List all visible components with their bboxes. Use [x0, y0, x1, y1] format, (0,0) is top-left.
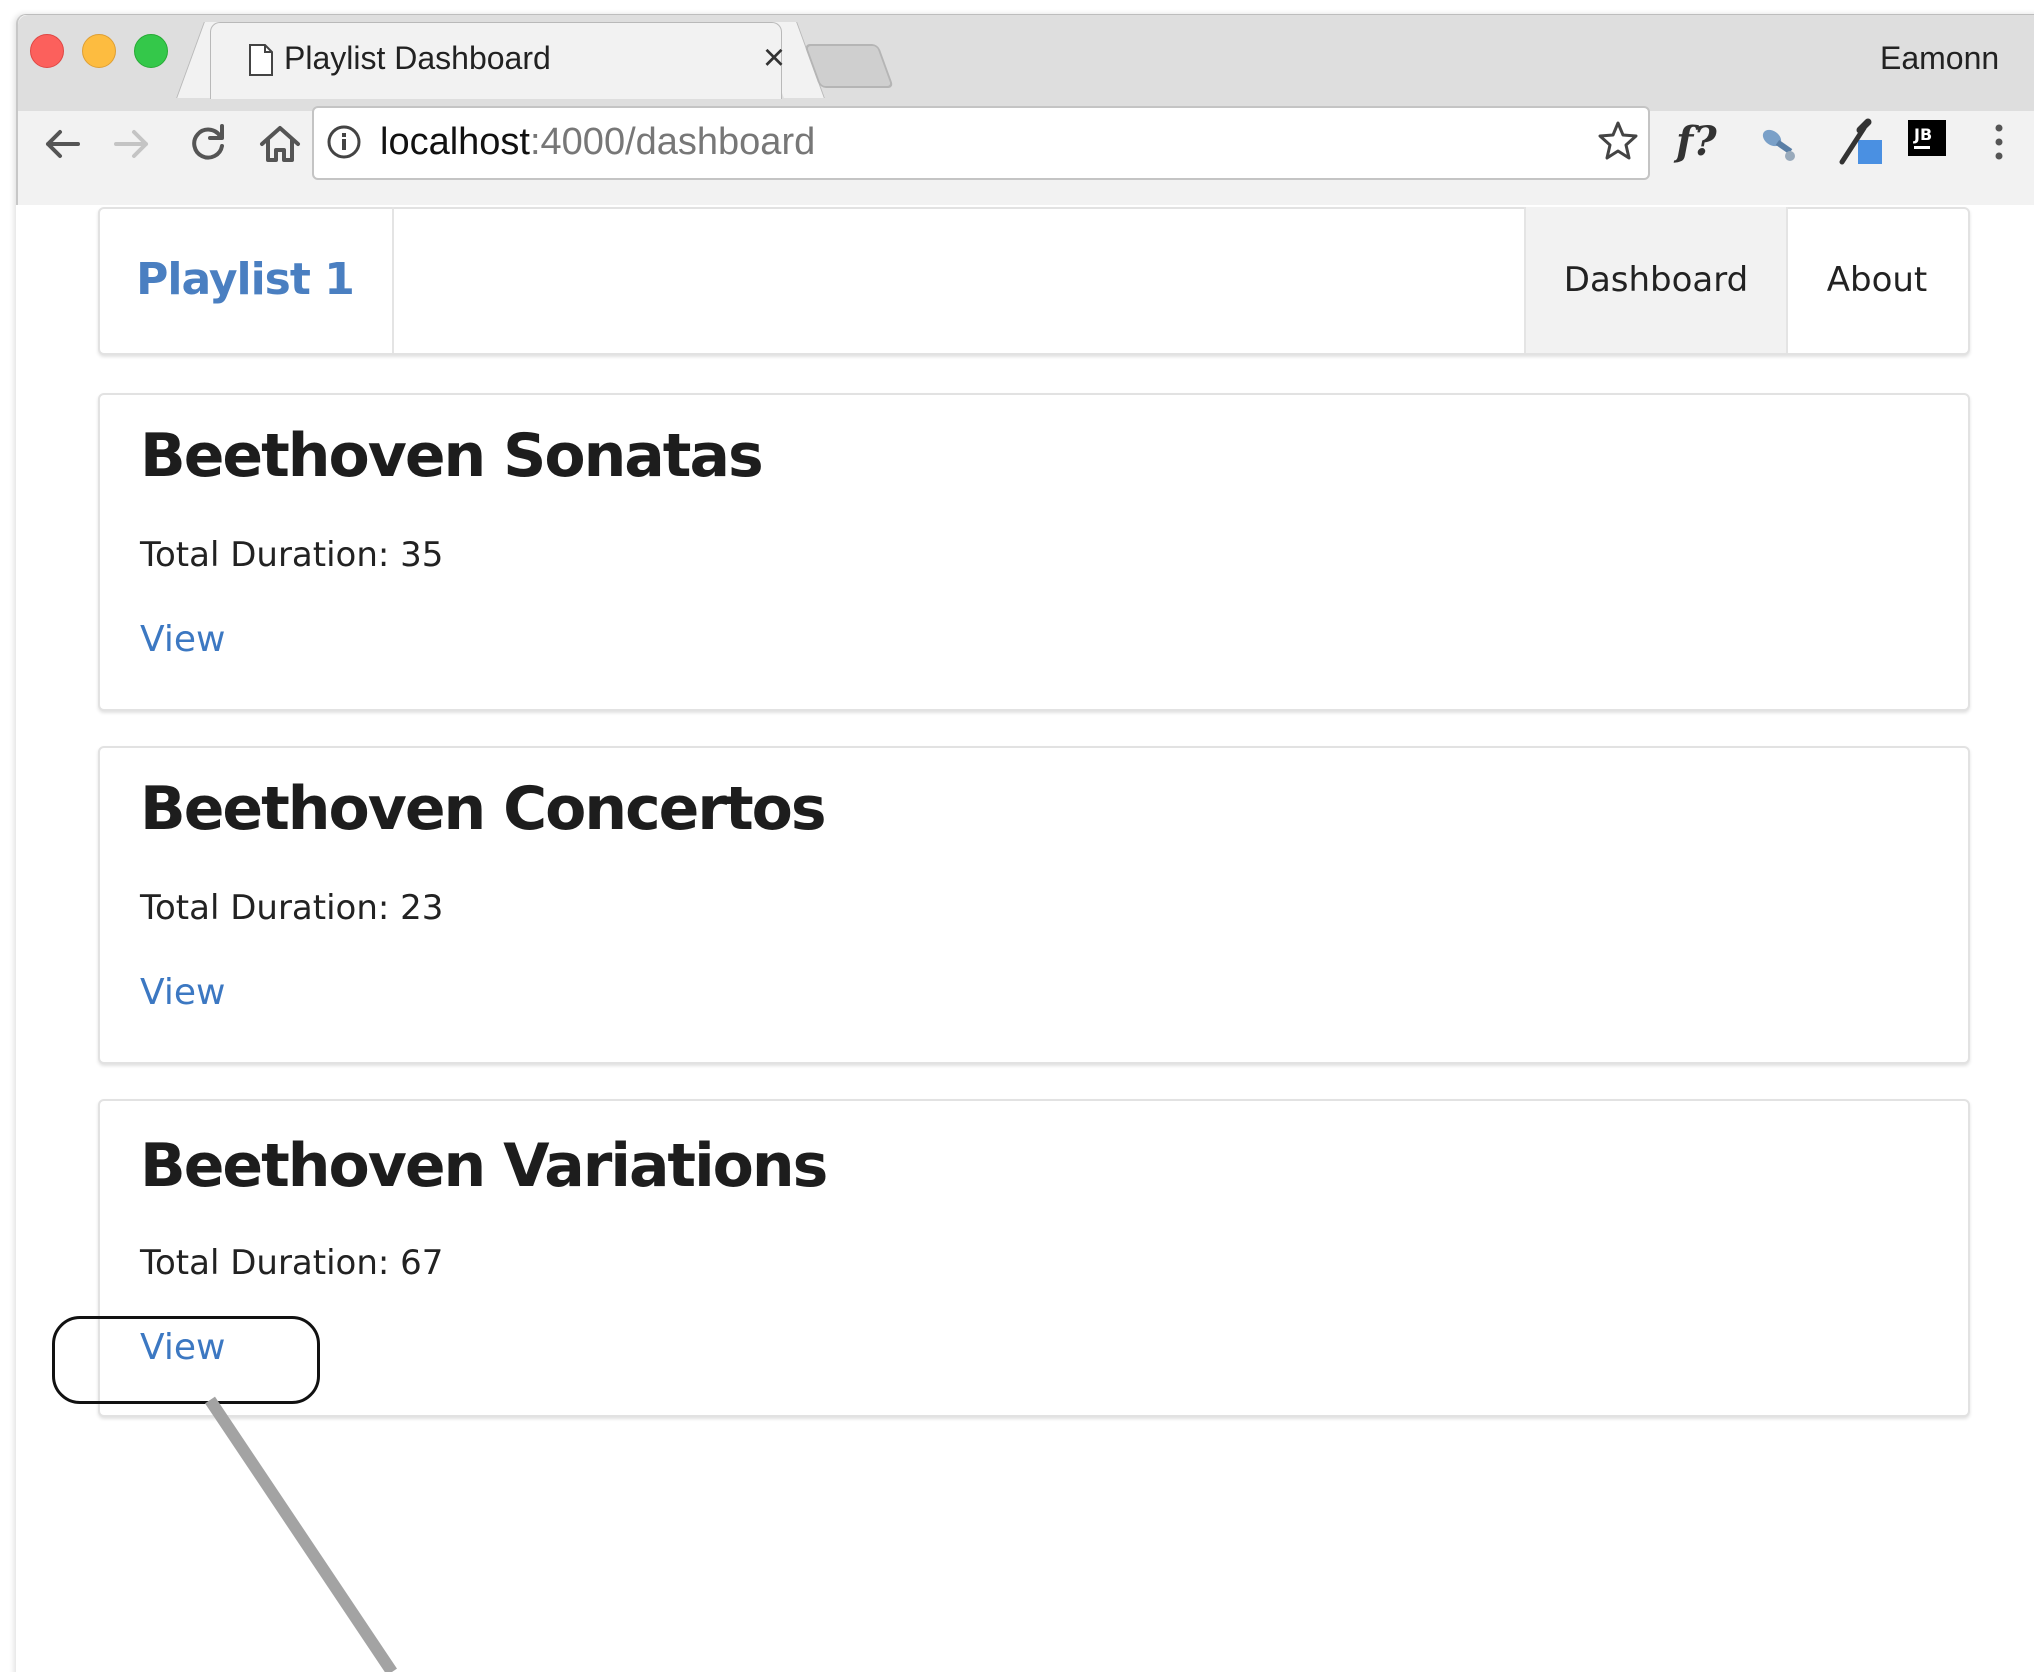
playlist-title: Beethoven Sonatas: [140, 421, 764, 491]
tab-close-button[interactable]: ×: [752, 36, 796, 80]
playlist-card: Beethoven Variations Total Duration: 67 …: [98, 1099, 1970, 1417]
playlist-card: Beethoven Concertos Total Duration: 23 V…: [98, 746, 1970, 1064]
star-icon[interactable]: [1596, 118, 1640, 162]
tab-title: Playlist Dashboard: [284, 40, 551, 76]
font-extension-button[interactable]: f?: [1676, 118, 1717, 166]
reload-icon: [192, 124, 224, 160]
back-button[interactable]: [34, 116, 90, 172]
zoom-window-button[interactable]: [134, 34, 168, 68]
profile-name[interactable]: Eamonn: [1880, 40, 1999, 77]
close-window-button[interactable]: [30, 34, 64, 68]
view-playlist-link[interactable]: View: [140, 1327, 225, 1368]
view-playlist-link[interactable]: View: [140, 972, 225, 1013]
playlist-duration: Total Duration: 67: [140, 1243, 444, 1283]
arrow-left-icon: [46, 130, 80, 158]
home-icon: [260, 126, 300, 162]
view-playlist-link[interactable]: View: [140, 619, 225, 660]
document-icon: [248, 44, 274, 76]
playlist-duration: Total Duration: 23: [140, 888, 444, 928]
nav-item-dashboard[interactable]: Dashboard: [1524, 207, 1788, 353]
playlist-title: Beethoven Concertos: [140, 774, 827, 844]
svg-text:JB: JB: [1913, 125, 1932, 144]
url-text[interactable]: localhost:4000/dashboard: [380, 116, 815, 168]
playlist-card: Beethoven Sonatas Total Duration: 35 Vie…: [98, 393, 1970, 711]
url-host: localhost: [380, 121, 530, 163]
playlist-title: Beethoven Variations: [140, 1131, 828, 1201]
satellite-extension-icon[interactable]: [1752, 118, 1800, 166]
jetbrains-extension-icon[interactable]: JB: [1906, 118, 1948, 166]
playlist-duration: Total Duration: 35: [140, 535, 444, 575]
nav-item-about[interactable]: About: [1786, 207, 1968, 353]
minimize-window-button[interactable]: [82, 34, 116, 68]
info-icon[interactable]: [326, 124, 362, 160]
kebab-menu-icon[interactable]: [1984, 118, 2014, 166]
new-tab-button[interactable]: [803, 44, 895, 88]
eyedropper-extension-icon[interactable]: [1836, 118, 1886, 166]
screen: Playlist Dashboard × Eamonn localhost:40…: [0, 0, 2034, 1672]
forward-button[interactable]: [104, 116, 160, 172]
arrow-right-icon: [114, 130, 148, 158]
reload-button[interactable]: [180, 116, 236, 172]
navbar-brand[interactable]: Playlist 1: [98, 207, 394, 353]
home-button[interactable]: [252, 116, 308, 172]
url-path: :4000/dashboard: [529, 121, 816, 163]
